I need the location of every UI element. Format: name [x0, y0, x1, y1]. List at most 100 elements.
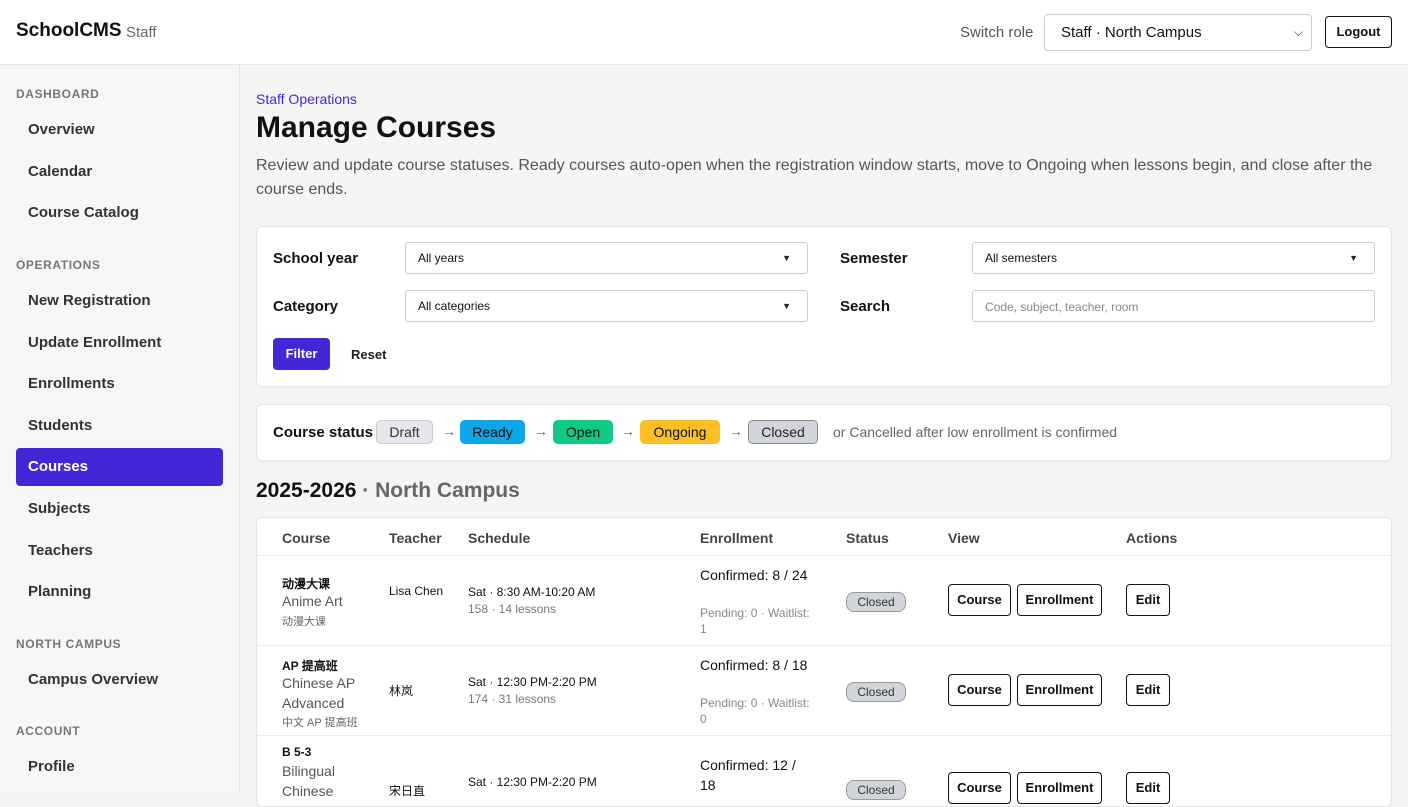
enrollment-confirmed: Confirmed: 12 / 18: [700, 757, 796, 793]
sidebar-item-campus-overview[interactable]: Campus Overview: [16, 661, 223, 699]
column-header-view: View: [948, 530, 980, 546]
caret-down-icon: ▼: [782, 253, 791, 263]
course-name: Chinese AP Advanced: [282, 675, 355, 711]
arrow-right-icon: →: [534, 423, 548, 439]
sidebar-item-subjects[interactable]: Subjects: [16, 490, 223, 528]
column-header-course: Course: [282, 530, 331, 546]
sidebar-item-planning[interactable]: Planning: [16, 573, 223, 611]
status-pill-draft: Draft: [376, 420, 433, 444]
school-year-label: School year: [273, 250, 359, 267]
status-pill-ongoing: Ongoing: [640, 420, 720, 444]
caret-down-icon: ▼: [782, 301, 791, 311]
status-pill-ready: Ready: [460, 420, 525, 444]
course-subname: 动漫大课: [282, 616, 326, 628]
course-code: 动漫大课: [282, 577, 331, 591]
search-label: Search: [840, 298, 891, 315]
teacher-name: 林岚: [389, 684, 414, 698]
view-course-button[interactable]: Course: [948, 584, 1011, 616]
status-badge: Closed: [846, 592, 906, 612]
arrow-right-icon: →: [621, 423, 635, 439]
caret-down-icon: ▼: [1349, 253, 1358, 263]
edit-button[interactable]: Edit: [1126, 772, 1170, 804]
schedule: Sat · 12:30 PM-2:20 PM: [468, 675, 597, 689]
course-name: Anime Art: [282, 593, 343, 609]
view-enrollment-button[interactable]: Enrollment: [1017, 674, 1102, 706]
course-status-legend: Course status Draft → Ready → Open → Ong…: [256, 404, 1392, 461]
status-badge: Closed: [846, 682, 906, 702]
table-row: B 5-3 Bilingual Chinese 宋日直 Sat · 12:30 …: [257, 736, 1391, 806]
category-value: All categories: [418, 299, 491, 313]
column-header-actions: Actions: [1126, 530, 1178, 546]
arrow-right-icon: →: [442, 423, 456, 439]
logout-button[interactable]: Logout: [1325, 16, 1392, 48]
role-select-value: Staff · North Campus: [1061, 24, 1202, 41]
column-header-teacher: Teacher: [389, 530, 442, 546]
role-select[interactable]: Staff · North Campus ⌵: [1044, 14, 1312, 51]
schedule-detail: 158 · 14 lessons: [468, 602, 557, 616]
table-row: 动漫大课 Anime Art 动漫大课 Lisa Chen Sat · 8:30…: [257, 556, 1391, 646]
view-course-button[interactable]: Course: [948, 674, 1011, 706]
breadcrumb[interactable]: Staff Operations: [256, 91, 357, 107]
course-code: AP 提高班: [282, 659, 338, 673]
column-header-status: Status: [846, 530, 889, 546]
semester-select[interactable]: All semesters ▼: [972, 242, 1375, 274]
sidebar-section-operations: OPERATIONS: [16, 258, 101, 272]
enrollment-pending: Pending: 0 · Waitlist: 0: [700, 696, 810, 726]
top-bar: SchoolCMS Staff Switch role Staff · Nort…: [0, 0, 1408, 65]
sidebar-item-new-registration[interactable]: New Registration: [16, 282, 223, 320]
brand-logo[interactable]: SchoolCMS: [16, 20, 122, 42]
enrollment-confirmed: Confirmed: 8 / 24: [700, 567, 808, 583]
sidebar-item-update-enrollment[interactable]: Update Enrollment: [16, 324, 223, 362]
sidebar: DASHBOARD Overview Calendar Course Catal…: [0, 65, 240, 792]
section-heading: 2025-2026 · North Campus: [256, 479, 520, 503]
sidebar-section-dashboard: DASHBOARD: [16, 87, 100, 101]
sidebar-item-profile[interactable]: Profile: [16, 748, 223, 786]
filter-panel: School year All years ▼ Semester All sem…: [256, 226, 1392, 387]
view-enrollment-button[interactable]: Enrollment: [1017, 772, 1102, 804]
sidebar-item-teachers[interactable]: Teachers: [16, 532, 223, 570]
sidebar-item-overview[interactable]: Overview: [16, 111, 223, 149]
school-year-value: All years: [418, 251, 465, 265]
search-input[interactable]: Code, subject, teacher, room: [972, 290, 1375, 322]
switch-role-label: Switch role: [960, 24, 1034, 41]
sidebar-item-enrollments[interactable]: Enrollments: [16, 365, 223, 403]
page-title: Manage Courses: [256, 111, 497, 144]
schedule: Sat · 12:30 PM-2:20 PM: [468, 775, 597, 789]
view-enrollment-button[interactable]: Enrollment: [1017, 584, 1102, 616]
school-year-select[interactable]: All years ▼: [405, 242, 808, 274]
course-name: Bilingual Chinese: [282, 763, 335, 799]
reset-button[interactable]: Reset: [351, 347, 386, 362]
sidebar-item-courses[interactable]: Courses: [16, 448, 223, 486]
status-badge: Closed: [846, 780, 906, 800]
filter-button[interactable]: Filter: [273, 338, 330, 370]
schedule-detail: 174 · 31 lessons: [468, 692, 557, 706]
sidebar-section-account: ACCOUNT: [16, 724, 81, 738]
course-subname: 中文 AP 提高班: [282, 717, 358, 729]
sidebar-item-calendar[interactable]: Calendar: [16, 153, 223, 191]
sidebar-item-students[interactable]: Students: [16, 407, 223, 445]
page-description: Review and update course statuses. Ready…: [256, 157, 1373, 198]
semester-label: Semester: [840, 250, 908, 267]
view-course-button[interactable]: Course: [948, 772, 1011, 804]
course-status-label: Course status: [273, 424, 374, 441]
table-row: AP 提高班 Chinese AP Advanced 中文 AP 提高班 林岚 …: [257, 646, 1391, 736]
column-header-schedule: Schedule: [468, 530, 531, 546]
column-header-enrollment: Enrollment: [700, 530, 774, 546]
enrollment-confirmed: Confirmed: 8 / 18: [700, 657, 808, 673]
status-pill-open: Open: [553, 420, 613, 444]
category-label: Category: [273, 298, 339, 315]
course-code: B 5-3: [282, 745, 312, 759]
edit-button[interactable]: Edit: [1126, 674, 1170, 706]
search-placeholder: Code, subject, teacher, room: [985, 300, 1139, 314]
edit-button[interactable]: Edit: [1126, 584, 1170, 616]
schedule: Sat · 8:30 AM-10:20 AM: [468, 585, 596, 599]
brand-role-label: Staff: [126, 24, 157, 41]
semester-value: All semesters: [985, 251, 1058, 265]
school-year-heading: 2025-2026: [256, 479, 357, 502]
chevron-down-icon: ⌵: [1293, 25, 1303, 39]
sidebar-section-north-campus: NORTH CAMPUS: [16, 637, 122, 651]
status-pill-closed: Closed: [748, 420, 818, 444]
category-select[interactable]: All categories ▼: [405, 290, 808, 322]
sidebar-item-course-catalog[interactable]: Course Catalog: [16, 194, 223, 232]
teacher-name: 宋日直: [389, 784, 426, 798]
